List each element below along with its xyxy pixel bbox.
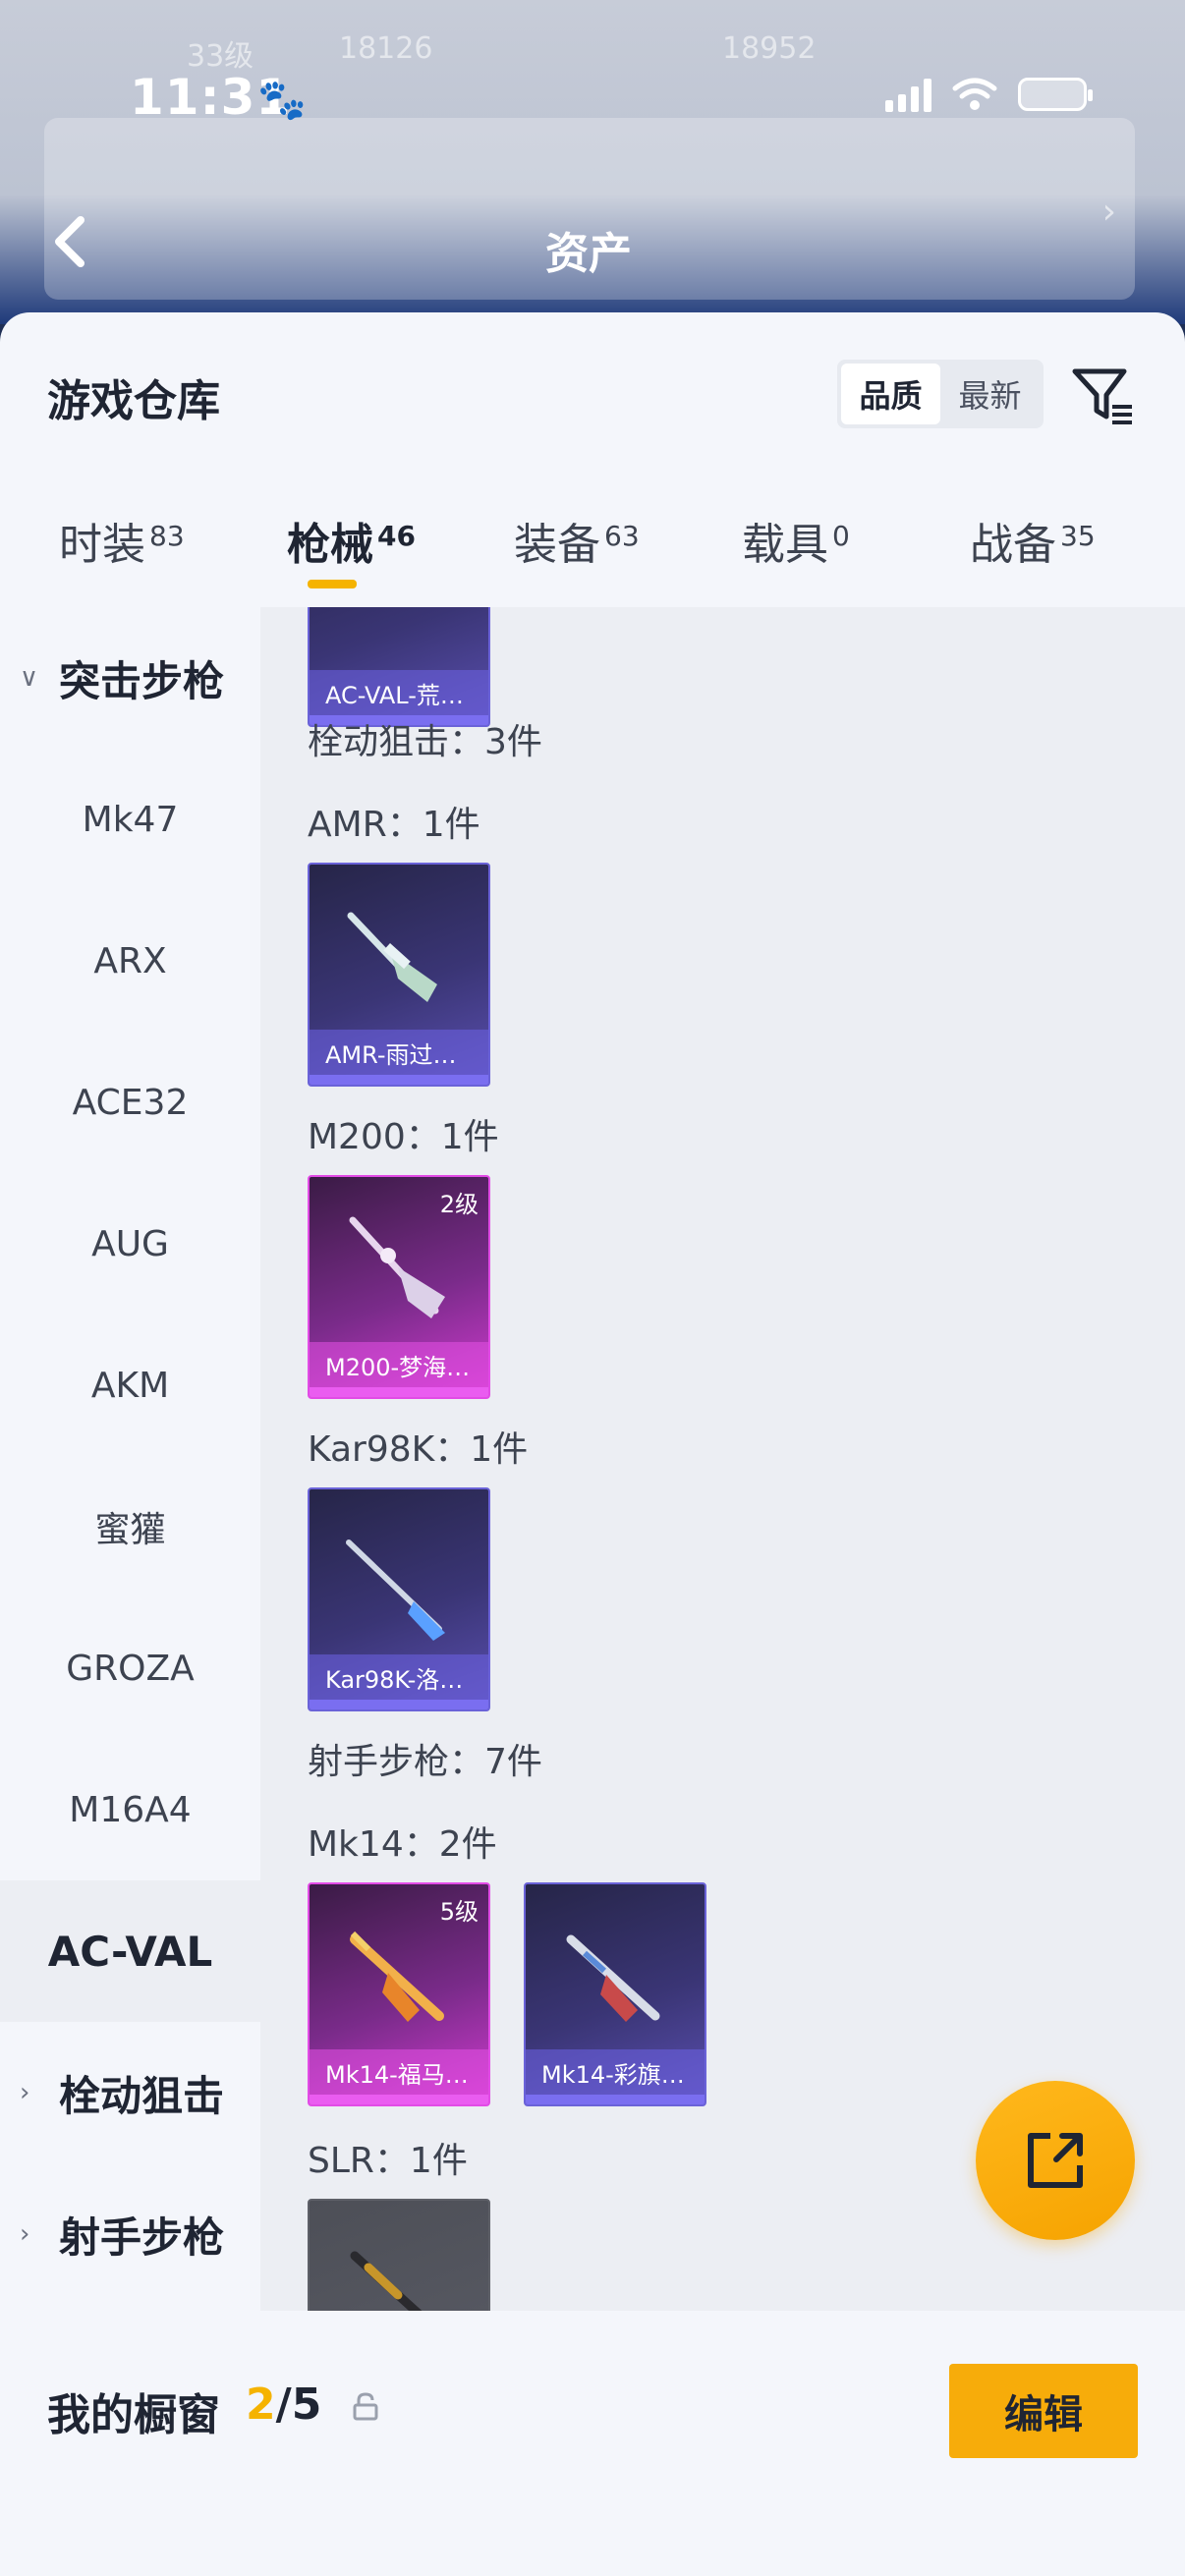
subcategory-header-slr: SLR：1件: [308, 2141, 468, 2181]
tab-firearms-count: 46: [377, 520, 416, 552]
sidebar-group-label: 突击步枪: [59, 656, 225, 705]
sidebar-item-groza[interactable]: GROZA: [0, 1597, 260, 1739]
sidebar-group-assault[interactable]: ∨ 突击步枪: [0, 607, 260, 749]
chevron-down-icon: ∨: [20, 663, 39, 693]
tab-vehicles-count: 0: [832, 520, 850, 552]
weapon-card-name: Kar98K-洛…: [310, 1654, 488, 1700]
sidebar-group-label: 栓动狙击: [59, 2071, 225, 2120]
weapon-card-name: M200-梦海…: [310, 1342, 488, 1387]
paw-icon: 🐾: [257, 78, 307, 123]
tab-fashion-count: 83: [149, 520, 185, 552]
tab-fashion[interactable]: 时装 83: [59, 509, 185, 572]
chevron-right-icon: ›: [1101, 192, 1116, 232]
weapon-card-mk14-1[interactable]: 5级 Mk14-福马…: [308, 1882, 490, 2106]
sort-quality-option[interactable]: 品质: [841, 364, 940, 424]
sidebar-item-arx[interactable]: ARX: [0, 890, 260, 1032]
marksman-rifle-icon: [350, 1931, 444, 2022]
showcase-total: /5: [275, 2380, 322, 2430]
page-title: 资产: [545, 229, 632, 279]
edit-button[interactable]: 编辑: [949, 2364, 1138, 2458]
weapon-sidebar: ∨ 突击步枪 Mk47 ARX ACE32 AUG AKM 蜜獾 GROZA M…: [0, 607, 260, 2311]
background-stat-b: 18952: [722, 31, 817, 66]
tab-equipment-count: 63: [604, 520, 640, 552]
weapon-card-m200[interactable]: 2级 M200-梦海…: [308, 1175, 490, 1399]
weapon-card-mk14-2[interactable]: Mk14-彩旗…: [524, 1882, 706, 2106]
active-tab-indicator: [308, 580, 357, 588]
sidebar-item-m16a4[interactable]: M16A4: [0, 1739, 260, 1880]
back-arrow-icon[interactable]: [49, 214, 88, 269]
category-header-marksman: 射手步枪：7件: [308, 1742, 542, 1782]
tab-supplies-label: 战备: [970, 520, 1056, 570]
tab-supplies-count: 35: [1060, 520, 1096, 552]
sidebar-group-marksman[interactable]: › 射手步枪: [0, 2163, 260, 2305]
subcategory-header-kar98k: Kar98K：1件: [308, 1429, 529, 1470]
marksman-rifle-icon: [566, 1934, 660, 2022]
sort-toggle: 品质 最新: [837, 360, 1044, 428]
share-fab[interactable]: [976, 2081, 1135, 2240]
showcase-current: 2: [246, 2380, 276, 2430]
signal-icon: [885, 77, 931, 112]
tab-equipment[interactable]: 装备 63: [514, 509, 640, 572]
battery-icon: [1018, 78, 1093, 111]
tab-equipment-label: 装备: [514, 520, 600, 570]
sidebar-item-akm[interactable]: AKM: [0, 1315, 260, 1456]
rifle-icon: [346, 1540, 445, 1641]
sidebar-item-ac-val[interactable]: AC-VAL: [0, 1880, 260, 2022]
sidebar-group-bolt[interactable]: › 栓动狙击: [0, 2022, 260, 2163]
weapon-list: AC-VAL-荒… 栓动狙击：3件 AMR：1件 AMR-雨过… M200：1件…: [260, 607, 1185, 2311]
tab-supplies[interactable]: 战备 35: [970, 509, 1096, 572]
showcase-bar: 我的橱窗 2/5 编辑: [0, 2311, 1185, 2576]
weapon-card-kar98k[interactable]: Kar98K-洛…: [308, 1487, 490, 1711]
lock-icon: [353, 2392, 378, 2421]
rarity-bar: [526, 2095, 705, 2104]
status-icons: [885, 77, 1093, 112]
weapon-card-name: Mk14-福马…: [310, 2049, 488, 2095]
category-header-bolt: 栓动狙击：3件: [308, 722, 542, 762]
weapon-card-amr[interactable]: AMR-雨过…: [308, 863, 490, 1087]
showcase-label: 我的橱窗: [47, 2390, 220, 2440]
rarity-bar: [310, 1387, 488, 1397]
wifi-icon: [952, 78, 997, 110]
share-icon: [1028, 2133, 1083, 2188]
marksman-rifle-icon: [350, 2251, 423, 2311]
sidebar-item-mk47[interactable]: Mk47: [0, 749, 260, 890]
background-stat-a: 18126: [339, 31, 433, 66]
sidebar-item-honey-badger[interactable]: 蜜獾: [0, 1456, 260, 1597]
filter-icon[interactable]: [1069, 362, 1138, 430]
tab-vehicles-label: 载具: [742, 520, 828, 570]
rarity-bar: [310, 1700, 488, 1709]
sheet-title: 游戏仓库: [47, 376, 220, 426]
tab-vehicles[interactable]: 载具 0: [742, 509, 850, 572]
weapon-card-name: AMR-雨过…: [310, 1030, 488, 1075]
rarity-bar: [310, 2095, 488, 2104]
background-header: 33级 18126 18952 11:31 🐾 资产 ›: [0, 0, 1185, 324]
tab-firearms-label: 枪械: [287, 520, 373, 570]
sort-latest-option[interactable]: 最新: [940, 364, 1040, 424]
sniper-rifle-icon: [347, 912, 437, 1002]
showcase-count: 2/5: [246, 2380, 321, 2430]
sniper-rifle-icon: [349, 1216, 445, 1318]
warehouse-sheet: 游戏仓库 品质 最新 时装 83 枪械 46 装备 63 载具 0 战备 35 ∨ 突击步…: [0, 312, 1185, 2576]
subcategory-header-mk14: Mk14：2件: [308, 1824, 497, 1865]
subcategory-header-amr: AMR：1件: [308, 805, 480, 845]
weapon-card-ac-val[interactable]: AC-VAL-荒…: [308, 607, 490, 727]
weapon-card-name: Mk14-彩旗…: [526, 2049, 705, 2095]
tab-fashion-label: 时装: [59, 520, 145, 570]
sidebar-item-aug[interactable]: AUG: [0, 1173, 260, 1315]
weapon-card-name: AC-VAL-荒…: [310, 670, 488, 715]
sidebar-group-label: 射手步枪: [59, 2212, 225, 2262]
chevron-right-icon: ›: [20, 2219, 30, 2249]
subcategory-header-m200: M200：1件: [308, 1117, 499, 1157]
tab-firearms[interactable]: 枪械 46: [287, 509, 416, 572]
weapon-card-slr[interactable]: [308, 2199, 490, 2311]
chevron-right-icon: ›: [20, 2078, 30, 2107]
sidebar-item-ace32[interactable]: ACE32: [0, 1032, 260, 1173]
rarity-bar: [310, 1075, 488, 1085]
